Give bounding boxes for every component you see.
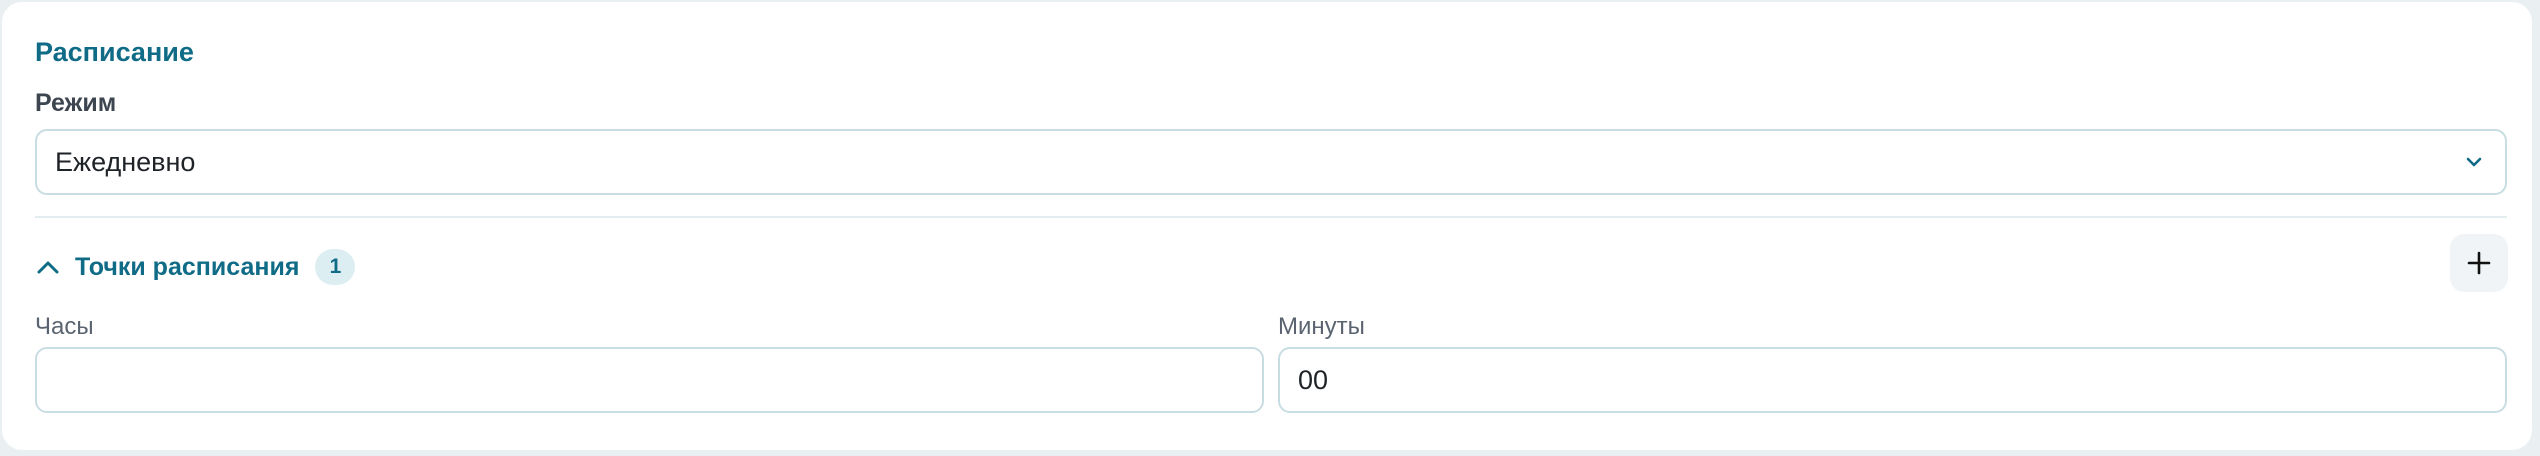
hours-label: Часы [35,313,94,340]
schedule-points-title: Точки расписания [75,253,300,281]
section-title: Расписание [35,37,194,67]
plus-icon [2467,251,2491,275]
mode-select[interactable]: Ежедневно [35,129,2507,195]
minutes-value: 00 [1298,365,1329,395]
minutes-input[interactable]: 00 [1278,347,2507,413]
mode-label: Режим [35,89,117,117]
schedule-points-toggle[interactable]: Точки расписания 1 [35,245,356,289]
count-badge: 1 [315,249,356,285]
add-schedule-point-button[interactable] [2450,234,2508,292]
schedule-card: Расписание Режим Ежедневно Точки расписа… [2,2,2532,450]
mode-select-value: Ежедневно [55,147,196,177]
hours-input[interactable] [35,347,1264,413]
minutes-label: Минуты [1278,313,1365,340]
divider [35,216,2507,218]
chevron-up-icon [37,261,59,274]
chevron-down-icon [2466,157,2482,167]
